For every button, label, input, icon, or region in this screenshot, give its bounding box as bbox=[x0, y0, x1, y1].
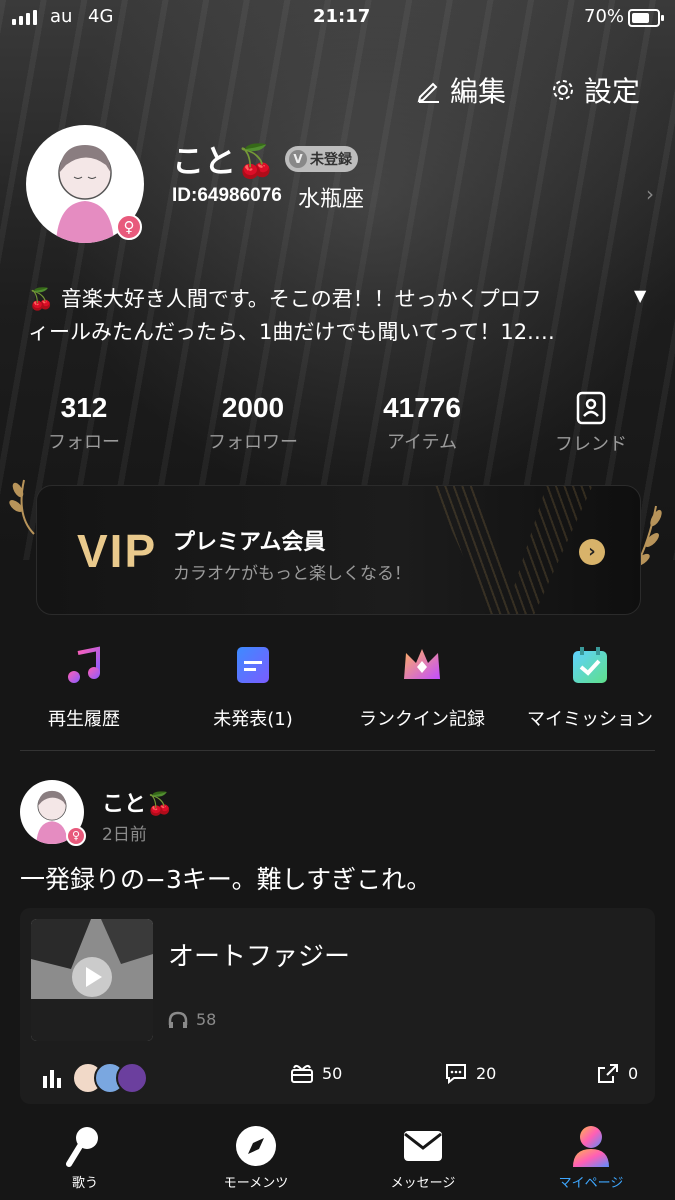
profile-name: こと🍒 bbox=[172, 142, 276, 180]
post-author-name[interactable]: こと🍒 bbox=[102, 786, 173, 818]
section-divider bbox=[20, 750, 655, 751]
stat-label: アイテム bbox=[386, 432, 458, 453]
quick-action-mission[interactable]: マイミッション bbox=[506, 645, 674, 731]
profile-bio[interactable]: 🍒 音楽大好き人間です。そこの君！！せっかくプロフ ィールみたんだったら、1曲だ… bbox=[28, 283, 628, 349]
tab-mypage[interactable]: マイページ bbox=[521, 1124, 661, 1191]
share-count: 0 bbox=[628, 1063, 639, 1083]
settings-label: 設定 bbox=[584, 75, 641, 108]
tab-label: モーメンツ bbox=[223, 1176, 289, 1191]
stat-label: フレンド bbox=[555, 434, 627, 455]
edit-label: 編集 bbox=[450, 75, 507, 108]
headphones-icon bbox=[168, 1011, 188, 1028]
post-timestamp: 2日前 bbox=[102, 825, 147, 845]
comment-icon bbox=[446, 1064, 466, 1084]
edit-button[interactable]: 編集 bbox=[416, 70, 506, 110]
song-play-count: 58 bbox=[168, 1010, 216, 1029]
quick-action-label: ランクイン記録 bbox=[359, 709, 485, 730]
quick-action-rankin[interactable]: ランクイン記録 bbox=[338, 645, 506, 731]
song-title[interactable]: オートファジー bbox=[168, 936, 350, 973]
tab-messages[interactable]: メッセージ bbox=[353, 1124, 493, 1191]
quick-action-label: マイミッション bbox=[527, 709, 653, 730]
badge-label: 未登録 bbox=[310, 152, 352, 168]
mail-icon bbox=[404, 1131, 442, 1161]
document-icon bbox=[237, 647, 269, 683]
music-note-icon bbox=[68, 646, 100, 683]
vip-logo: VIP bbox=[77, 525, 158, 577]
stat-value: 41776 bbox=[383, 392, 461, 423]
tab-bar: 歌う モーメンツ メッセージ マイページ bbox=[0, 1118, 675, 1200]
verification-badge[interactable]: V 未登録 bbox=[285, 146, 358, 172]
stat-value: 2000 bbox=[221, 392, 285, 423]
tab-moments[interactable]: モーメンツ bbox=[186, 1124, 326, 1191]
gift-icon bbox=[291, 1064, 313, 1083]
battery-icon bbox=[628, 9, 664, 27]
stat-followers[interactable]: 2000 フォロワー bbox=[183, 392, 323, 454]
listeners-row[interactable] bbox=[42, 1062, 148, 1094]
vip-subtitle: カラオケがもっと楽しくなる！ bbox=[173, 564, 411, 584]
tab-label: 歌う bbox=[71, 1176, 98, 1191]
person-icon bbox=[573, 1126, 609, 1167]
settings-button[interactable]: 設定 bbox=[550, 70, 640, 110]
friend-card-icon bbox=[576, 391, 606, 425]
chevron-right-icon: › bbox=[579, 539, 605, 565]
tab-label: メッセージ bbox=[390, 1176, 456, 1191]
stat-value: 312 bbox=[60, 392, 108, 423]
microphone-icon bbox=[66, 1127, 98, 1167]
compass-icon bbox=[236, 1126, 276, 1166]
signal-strength-icon bbox=[12, 10, 37, 25]
calendar-check-icon bbox=[573, 647, 607, 683]
laurel-left-icon bbox=[9, 479, 35, 535]
quick-action-unpublished[interactable]: 未発表(1) bbox=[169, 645, 337, 731]
stat-label: フォロー bbox=[48, 432, 120, 453]
network-label: 4G bbox=[88, 6, 114, 27]
stat-friends[interactable]: フレンド bbox=[521, 390, 661, 456]
zodiac-sign: 水瓶座 bbox=[298, 187, 365, 212]
gender-female-icon: ♀ bbox=[66, 826, 86, 846]
gift-count: 50 bbox=[322, 1063, 343, 1083]
gift-button[interactable]: 50 bbox=[290, 1062, 342, 1084]
crown-icon bbox=[404, 649, 440, 679]
vip-decoration bbox=[427, 486, 597, 614]
pencil-icon bbox=[417, 82, 439, 103]
song-cover[interactable] bbox=[31, 919, 153, 1041]
clock: 21:17 bbox=[313, 6, 371, 27]
quick-action-label: 未発表(1) bbox=[213, 709, 293, 730]
bio-line-1: 🍒 音楽大好き人間です。そこの君！！せっかくプロフ bbox=[28, 287, 542, 311]
user-id: ID:64986076 bbox=[172, 185, 282, 206]
gender-female-icon: ♀ bbox=[116, 214, 142, 240]
carrier-label: au bbox=[50, 6, 73, 27]
share-button[interactable]: 0 bbox=[596, 1062, 638, 1084]
bio-line-2: ィールみたんだったら、1曲だけでも聞いてって！12.… bbox=[28, 320, 555, 344]
battery-percent: 70% bbox=[584, 6, 625, 27]
gear-icon bbox=[553, 80, 573, 100]
vip-banner[interactable]: VIP プレミアム会員 カラオケがもっと楽しくなる！ › bbox=[36, 485, 641, 615]
comment-button[interactable]: 20 bbox=[444, 1062, 496, 1084]
vip-title: プレミアム会員 bbox=[173, 530, 326, 555]
post-text: 一発録りの−3キー。難しすぎこれ。 bbox=[20, 865, 432, 894]
bar-chart-icon bbox=[43, 1070, 61, 1088]
stat-items[interactable]: 41776 アイテム bbox=[352, 392, 492, 454]
v-shield-icon: V bbox=[289, 150, 307, 168]
quick-action-history[interactable]: 再生履歴 bbox=[0, 645, 168, 731]
share-icon bbox=[598, 1064, 618, 1083]
quick-action-label: 再生履歴 bbox=[48, 709, 120, 730]
stat-follow[interactable]: 312 フォロー bbox=[14, 392, 154, 454]
tab-sing[interactable]: 歌う bbox=[15, 1124, 155, 1191]
tab-label: マイページ bbox=[558, 1176, 624, 1191]
chevron-right-icon[interactable]: › bbox=[646, 182, 654, 206]
stat-label: フォロワー bbox=[208, 432, 298, 453]
comment-count: 20 bbox=[476, 1063, 497, 1083]
play-count-value: 58 bbox=[196, 1010, 217, 1029]
listener-avatar bbox=[116, 1062, 148, 1094]
expand-triangle-icon[interactable]: ▼ bbox=[634, 286, 646, 305]
